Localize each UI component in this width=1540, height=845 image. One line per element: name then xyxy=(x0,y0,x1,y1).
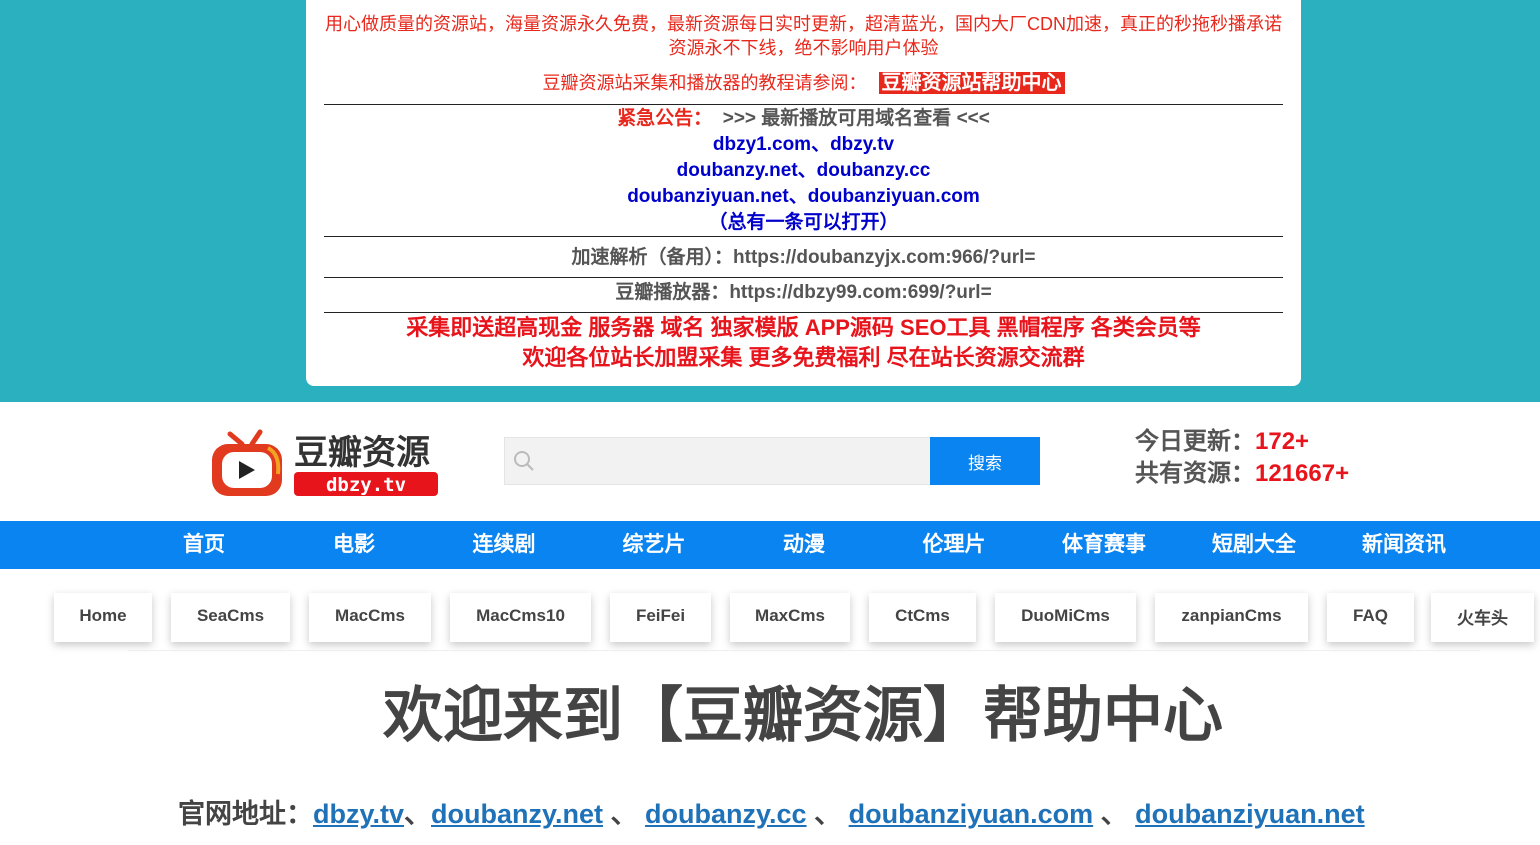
nav-series[interactable]: 连续剧 xyxy=(444,521,564,569)
official-link[interactable]: doubanziyuan.net xyxy=(1135,799,1365,829)
svg-text:dbzy.tv: dbzy.tv xyxy=(326,474,406,496)
nav-variety[interactable]: 综艺片 xyxy=(594,521,714,569)
tv-icon xyxy=(212,429,282,496)
nav-movies[interactable]: 电影 xyxy=(294,521,414,569)
nav-ethics[interactable]: 伦理片 xyxy=(894,521,1014,569)
tab-feifei[interactable]: FeiFei xyxy=(610,593,711,642)
main-nav: 首页 电影 连续剧 综艺片 动漫 伦理片 体育赛事 短剧大全 新闻资讯 xyxy=(0,521,1540,569)
divider xyxy=(324,104,1283,105)
search-bar: 搜索 xyxy=(504,437,1040,485)
content-divider xyxy=(128,650,1480,651)
notice-intro: 用心做质量的资源站，海量资源永久免费，最新资源每日实时更新，超清蓝光，国内大厂C… xyxy=(325,14,1282,58)
official-link[interactable]: doubanzy.net xyxy=(431,799,603,829)
domain-note: （总有一条可以打开） xyxy=(708,212,899,233)
domain-line[interactable]: doubanziyuan.net、doubanziyuan.com xyxy=(306,184,1301,210)
domain-line[interactable]: dbzy1.com、dbzy.tv xyxy=(306,132,1301,158)
tutorial-text: 豆瓣资源站采集和播放器的教程请参阅： xyxy=(542,73,867,93)
domain-line[interactable]: doubanzy.net、doubanzy.cc xyxy=(306,158,1301,184)
official-link[interactable]: doubanziyuan.com xyxy=(849,799,1094,829)
urgent-text: >>> 最新播放可用域名查看 <<< xyxy=(722,108,990,129)
promo-line: 欢迎各位站长加盟采集 更多免费福利 尽在站长资源交流群 xyxy=(522,345,1085,370)
promo-line: 采集即送超高现金 服务器 域名 独家模版 APP源码 SEO工具 黑帽程序 各类… xyxy=(406,315,1201,340)
total-resources: 共有资源：121667+ xyxy=(1135,460,1350,487)
tab-ctcms[interactable]: CtCms xyxy=(869,593,976,642)
tab-duomicms[interactable]: DuoMiCms xyxy=(995,593,1136,642)
nav-anime[interactable]: 动漫 xyxy=(744,521,864,569)
page-title: 欢迎来到【豆瓣资源】帮助中心 xyxy=(383,682,1223,749)
help-center-link[interactable]: 豆瓣资源站帮助中心 xyxy=(878,72,1065,94)
tab-maccms10[interactable]: MacCms10 xyxy=(450,593,591,642)
tab-maxcms[interactable]: MaxCms xyxy=(730,593,850,642)
tab-home[interactable]: Home xyxy=(54,593,152,642)
official-sites: 官网地址：dbzy.tv、doubanzy.net 、 doubanzy.cc … xyxy=(178,799,1365,829)
announcement-band: 用心做质量的资源站，海量资源永久免费，最新资源每日实时更新，超清蓝光，国内大厂C… xyxy=(0,0,1540,402)
official-label: 官网地址： xyxy=(178,799,313,829)
nav-sports[interactable]: 体育赛事 xyxy=(1044,521,1164,569)
nav-short-drama[interactable]: 短剧大全 xyxy=(1194,521,1314,569)
update-stats: 今日更新：172+ 共有资源：121667+ xyxy=(1135,426,1349,490)
notice-card: 用心做质量的资源站，海量资源永久免费，最新资源每日实时更新，超清蓝光，国内大厂C… xyxy=(306,0,1301,386)
official-link[interactable]: dbzy.tv xyxy=(313,799,404,829)
site-header: 豆瓣资源 dbzy.tv 搜索 今日更新：172+ 共有资源：121667+ xyxy=(0,402,1540,521)
search-button[interactable]: 搜索 xyxy=(930,437,1040,485)
notice-tutorial: 豆瓣资源站采集和播放器的教程请参阅： 豆瓣资源站帮助中心 xyxy=(306,70,1301,96)
today-updates: 今日更新：172+ xyxy=(1135,428,1310,455)
player-line: 豆瓣播放器：https://dbzy99.com:699/?url= xyxy=(615,282,992,303)
tab-zanpiancms[interactable]: zanpianCms xyxy=(1155,593,1308,642)
tab-seacms[interactable]: SeaCms xyxy=(171,593,290,642)
tab-faq[interactable]: FAQ xyxy=(1327,593,1414,642)
tab-maccms[interactable]: MacCms xyxy=(309,593,431,642)
nav-news[interactable]: 新闻资讯 xyxy=(1344,521,1464,569)
parse-line: 加速解析（备用）：https://doubanzyjx.com:966/?url… xyxy=(571,247,1036,268)
divider xyxy=(324,236,1283,237)
urgent-notice: 紧急公告： >>> 最新播放可用域名查看 <<< xyxy=(306,106,1301,132)
divider xyxy=(324,277,1283,278)
tab-locomotive[interactable]: 火车头 xyxy=(1431,593,1534,642)
official-link[interactable]: doubanzy.cc xyxy=(645,799,807,829)
search-input[interactable] xyxy=(504,437,930,485)
urgent-label: 紧急公告： xyxy=(617,108,713,129)
site-logo[interactable]: 豆瓣资源 dbzy.tv xyxy=(208,424,448,504)
search-icon xyxy=(514,451,534,471)
svg-text:豆瓣资源: 豆瓣资源 xyxy=(294,434,430,472)
nav-home[interactable]: 首页 xyxy=(144,521,264,569)
